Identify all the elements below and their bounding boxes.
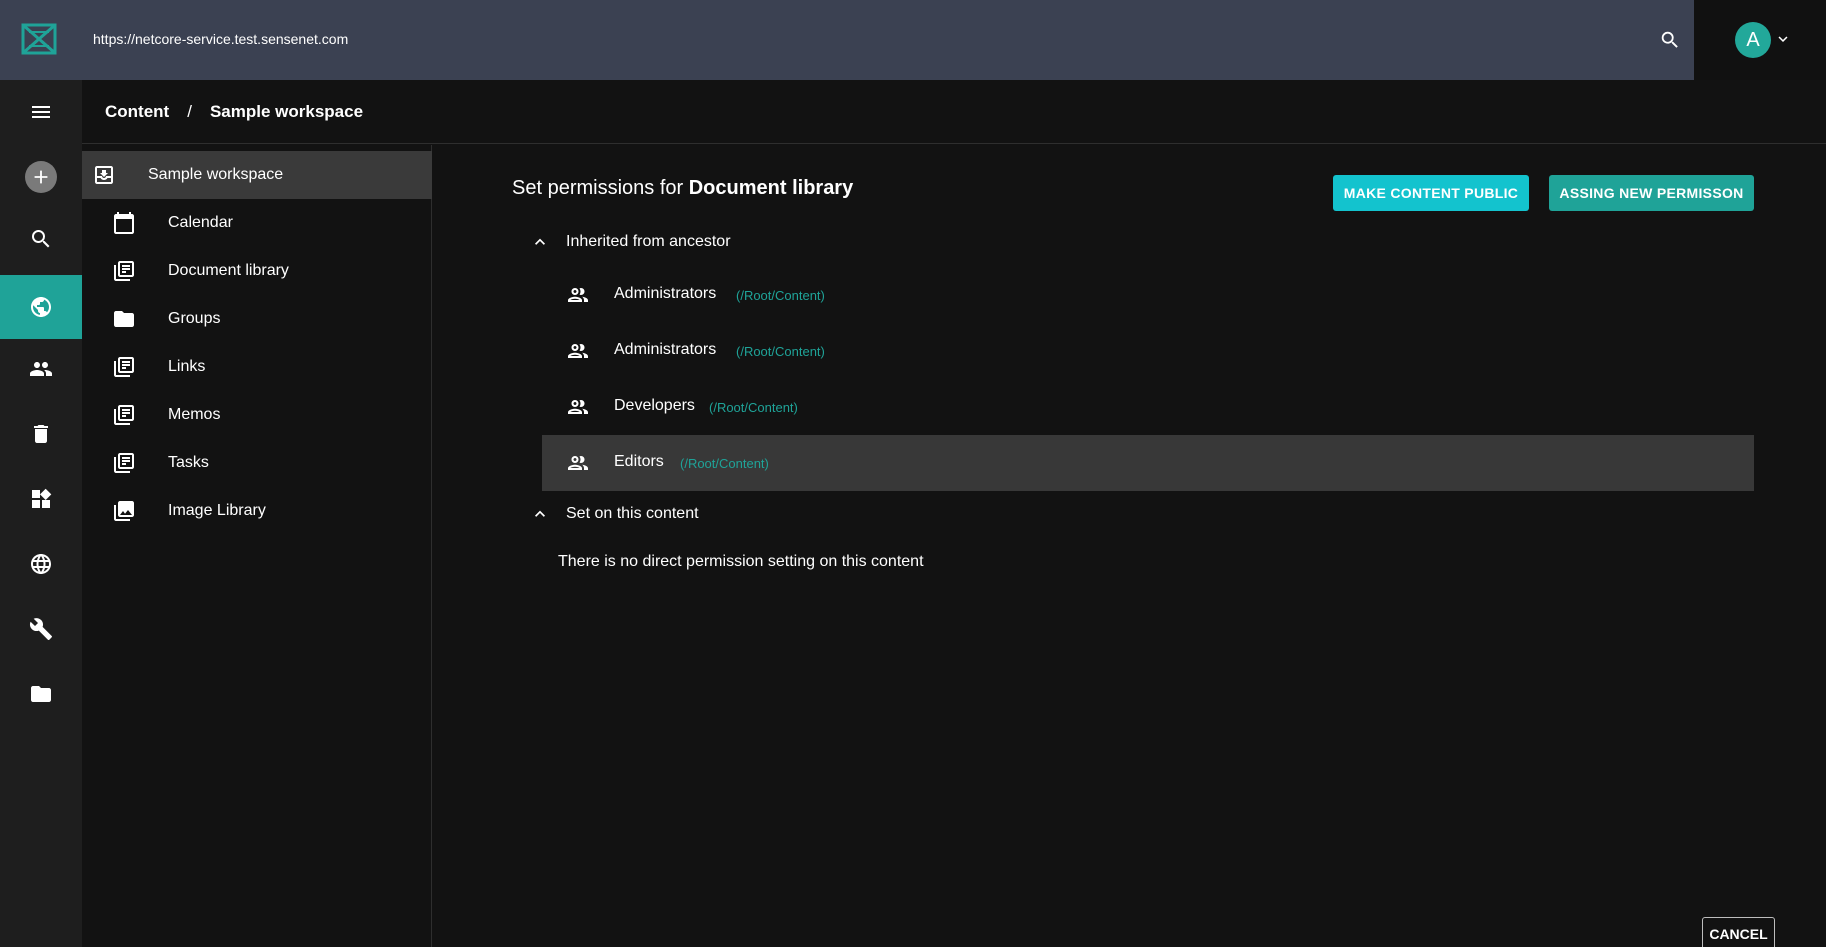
tree-item-links[interactable]: Links bbox=[82, 343, 432, 391]
tree-item-label: Document library bbox=[168, 262, 289, 279]
tree-item-label: Groups bbox=[168, 310, 221, 327]
localization-icon[interactable] bbox=[0, 532, 82, 596]
calendar-icon bbox=[112, 211, 136, 235]
tree-item-image-library[interactable]: Image Library bbox=[82, 487, 432, 535]
chevron-down-icon[interactable] bbox=[1774, 30, 1792, 48]
tree-item-sample-workspace[interactable]: Sample workspace bbox=[82, 151, 432, 199]
cancel-button[interactable]: CANCEL bbox=[1702, 917, 1775, 947]
tree-item-tasks[interactable]: Tasks bbox=[82, 439, 432, 487]
navigation-rail bbox=[0, 80, 82, 947]
permission-entry[interactable]: Administrators (/Root/Content) bbox=[542, 267, 1754, 323]
menu-icon[interactable] bbox=[0, 80, 82, 144]
content-tree: Sample workspace Calendar Document libra… bbox=[82, 145, 432, 947]
image-library-icon bbox=[112, 499, 136, 523]
page-title-target: Document library bbox=[688, 177, 854, 199]
sensenet-logo-icon[interactable] bbox=[20, 20, 58, 58]
permission-identity-name: Administrators bbox=[614, 285, 717, 302]
permission-source-path[interactable]: (/Root/Content) bbox=[736, 288, 825, 303]
users-icon[interactable] bbox=[0, 337, 82, 401]
chevron-up-icon bbox=[535, 238, 545, 245]
content-globe-icon[interactable] bbox=[0, 275, 82, 339]
make-content-public-button[interactable]: MAKE CONTENT PUBLIC bbox=[1333, 175, 1529, 211]
tree-item-label: Links bbox=[168, 358, 206, 375]
breadcrumb-item-content[interactable]: Content bbox=[105, 102, 169, 122]
permission-entry[interactable]: Administrators (/Root/Content) bbox=[542, 323, 1754, 379]
page-title-prefix: Set permissions for bbox=[512, 177, 684, 199]
tree-item-label: Tasks bbox=[168, 454, 209, 471]
permission-identity-name: Editors bbox=[614, 453, 664, 470]
repository-url[interactable]: https://netcore-service.test.sensenet.co… bbox=[93, 31, 348, 47]
library-icon bbox=[112, 259, 136, 283]
top-app-bar: https://netcore-service.test.sensenet.co… bbox=[0, 0, 1694, 80]
inherited-section-label: Inherited from ancestor bbox=[566, 233, 731, 250]
breadcrumb-item-workspace[interactable]: Sample workspace bbox=[210, 102, 363, 122]
permission-entry[interactable]: Developers (/Root/Content) bbox=[542, 379, 1754, 435]
group-icon bbox=[566, 395, 590, 419]
workspace-icon bbox=[92, 163, 116, 187]
chevron-up-icon bbox=[535, 510, 545, 517]
avatar[interactable]: A bbox=[1735, 22, 1771, 58]
group-icon bbox=[566, 283, 590, 307]
permission-source-path[interactable]: (/Root/Content) bbox=[709, 400, 798, 415]
breadcrumb: Content / Sample workspace bbox=[82, 80, 1826, 144]
tree-item-label: Calendar bbox=[168, 214, 233, 231]
breadcrumb-separator: / bbox=[187, 101, 192, 121]
tree-item-calendar[interactable]: Calendar bbox=[82, 199, 432, 247]
page-title: Set permissions for Document library bbox=[512, 177, 853, 200]
tree-item-document-library[interactable]: Document library bbox=[82, 247, 432, 295]
permission-entry[interactable]: Editors (/Root/Content) bbox=[542, 435, 1754, 491]
no-direct-permission-message: There is no direct permission setting on… bbox=[558, 553, 924, 570]
library-icon bbox=[112, 355, 136, 379]
group-icon bbox=[566, 339, 590, 363]
permission-source-path[interactable]: (/Root/Content) bbox=[680, 456, 769, 471]
search-icon[interactable] bbox=[0, 207, 82, 271]
tree-item-memos[interactable]: Memos bbox=[82, 391, 432, 439]
library-icon bbox=[112, 403, 136, 427]
group-icon bbox=[566, 451, 590, 475]
folder-icon[interactable] bbox=[0, 662, 82, 726]
folder-icon bbox=[112, 307, 136, 331]
dashboard-icon[interactable] bbox=[0, 467, 82, 531]
permission-identity-name: Developers bbox=[614, 397, 695, 414]
search-icon[interactable] bbox=[1659, 29, 1681, 51]
add-icon bbox=[25, 161, 57, 193]
set-on-content-section-label: Set on this content bbox=[566, 505, 699, 522]
add-button[interactable] bbox=[0, 145, 82, 209]
permission-identity-name: Administrators bbox=[614, 341, 717, 358]
wrench-icon[interactable] bbox=[0, 597, 82, 661]
library-icon bbox=[112, 451, 136, 475]
trash-icon[interactable] bbox=[0, 402, 82, 466]
tree-item-label: Sample workspace bbox=[148, 166, 284, 183]
assign-new-permission-button[interactable]: ASSING NEW PERMISSON bbox=[1549, 175, 1754, 211]
permission-source-path[interactable]: (/Root/Content) bbox=[736, 344, 825, 359]
inherited-section-header[interactable]: Inherited from ancestor bbox=[530, 230, 731, 254]
tree-item-label: Memos bbox=[168, 406, 221, 423]
tree-item-groups[interactable]: Groups bbox=[82, 295, 432, 343]
set-on-content-section-header[interactable]: Set on this content bbox=[530, 502, 699, 526]
tree-item-label: Image Library bbox=[168, 502, 266, 519]
